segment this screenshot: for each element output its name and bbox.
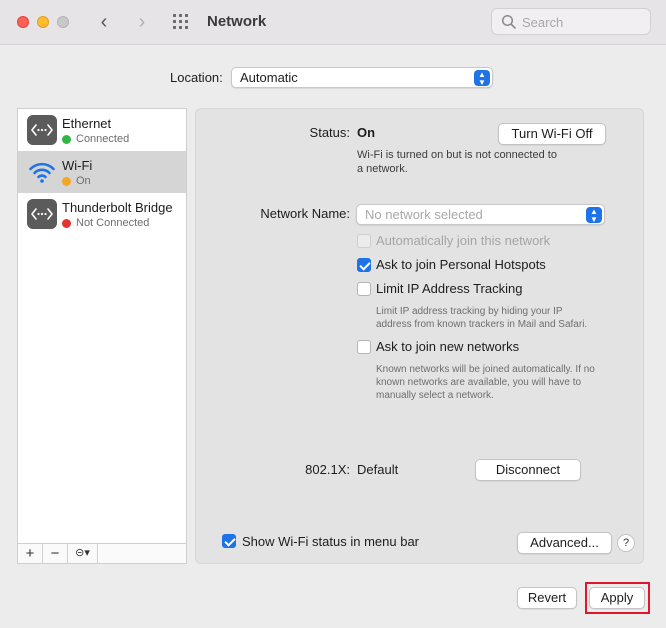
- title-bar: ‹ › Network Search: [0, 0, 666, 45]
- dot1x-label: 802.1X:: [305, 462, 350, 477]
- service-status: Connected: [76, 133, 130, 145]
- popup-arrows-icon: ▲ ▼: [474, 70, 490, 87]
- turn-wifi-off-button[interactable]: Turn Wi-Fi Off: [498, 123, 606, 145]
- popup-arrows-icon: ▲ ▼: [586, 207, 602, 224]
- ethernet-icon: [27, 115, 57, 145]
- service-list-toolbar: + − ⊝▾: [17, 543, 187, 564]
- new-networks-description-line3: manually select a network.: [376, 390, 494, 401]
- service-name: Thunderbolt Bridge: [62, 200, 173, 215]
- auto-join-label: Automatically join this network: [376, 233, 551, 248]
- action-menu-button[interactable]: ⊝▾: [68, 544, 98, 563]
- limit-ip-description-line2: address from known trackers in Mail and …: [376, 319, 588, 330]
- join-new-networks-checkbox[interactable]: [357, 340, 371, 354]
- search-field[interactable]: Search: [491, 8, 651, 35]
- wifi-icon: [27, 157, 57, 187]
- close-window-button[interactable]: [17, 16, 29, 28]
- network-name-label: Network Name:: [260, 206, 350, 221]
- forward-chevron-icon[interactable]: ›: [132, 12, 152, 32]
- search-placeholder: Search: [522, 15, 564, 30]
- apply-highlight-box: [585, 582, 650, 614]
- service-status: Not Connected: [76, 217, 150, 229]
- add-service-button[interactable]: +: [18, 544, 43, 563]
- new-networks-description-line1: Known networks will be joined automatica…: [376, 364, 595, 375]
- status-dot-red: [62, 219, 71, 228]
- status-value: On: [357, 125, 376, 140]
- location-popup[interactable]: Automatic ▲ ▼: [231, 67, 493, 88]
- auto-join-checkbox[interactable]: [357, 234, 371, 248]
- status-description-line2: a network.: [357, 163, 408, 175]
- show-wifi-status-checkbox[interactable]: [222, 534, 236, 548]
- service-item-thunderbolt-bridge[interactable]: Thunderbolt Bridge Not Connected: [18, 193, 186, 235]
- revert-button[interactable]: Revert: [517, 587, 577, 609]
- location-label: Location:: [170, 70, 223, 85]
- back-chevron-icon[interactable]: ‹: [94, 12, 114, 32]
- network-preferences-window: ‹ › Network Search Location: Automatic ▲…: [0, 0, 666, 628]
- status-label: Status:: [309, 125, 350, 140]
- new-networks-description-line2: known networks are available, you will h…: [376, 377, 582, 388]
- dot1x-value: Default: [357, 462, 399, 477]
- service-name: Wi-Fi: [62, 158, 93, 173]
- personal-hotspots-label: Ask to join Personal Hotspots: [376, 257, 546, 272]
- show-wifi-status-label: Show Wi-Fi status in menu bar: [242, 534, 420, 549]
- status-dot-green: [62, 135, 71, 144]
- search-icon: [501, 14, 516, 29]
- advanced-button[interactable]: Advanced...: [517, 532, 612, 554]
- wifi-detail-pane: Status: On Turn Wi-Fi Off Wi-Fi is turne…: [195, 108, 644, 564]
- limit-ip-tracking-checkbox[interactable]: [357, 282, 371, 296]
- limit-ip-description-line1: Limit IP address tracking by hiding your…: [376, 306, 563, 317]
- disconnect-button[interactable]: Disconnect: [475, 459, 581, 481]
- service-list: Ethernet Connected Wi-Fi On Thunderbolt …: [17, 108, 187, 564]
- show-all-grid-icon[interactable]: [173, 14, 191, 30]
- status-dot-orange: [62, 177, 71, 186]
- status-description-line1: Wi-Fi is turned on but is not connected …: [357, 149, 557, 161]
- join-new-networks-label: Ask to join new networks: [376, 339, 520, 354]
- service-name: Ethernet: [62, 116, 112, 131]
- personal-hotspots-checkbox[interactable]: [357, 258, 371, 272]
- service-item-wifi[interactable]: Wi-Fi On: [18, 151, 186, 193]
- window-title: Network: [207, 13, 267, 30]
- thunderbolt-bridge-icon: [27, 199, 57, 229]
- network-name-popup[interactable]: No network selected ▲ ▼: [356, 204, 605, 225]
- service-status: On: [76, 175, 91, 187]
- help-button[interactable]: ?: [617, 534, 635, 552]
- minimize-window-button[interactable]: [37, 16, 49, 28]
- zoom-window-button[interactable]: [57, 16, 69, 28]
- location-value: Automatic: [240, 70, 298, 85]
- remove-service-button[interactable]: −: [43, 544, 68, 563]
- limit-ip-tracking-label: Limit IP Address Tracking: [376, 281, 523, 296]
- service-item-ethernet[interactable]: Ethernet Connected: [18, 109, 186, 151]
- network-name-placeholder: No network selected: [365, 207, 483, 222]
